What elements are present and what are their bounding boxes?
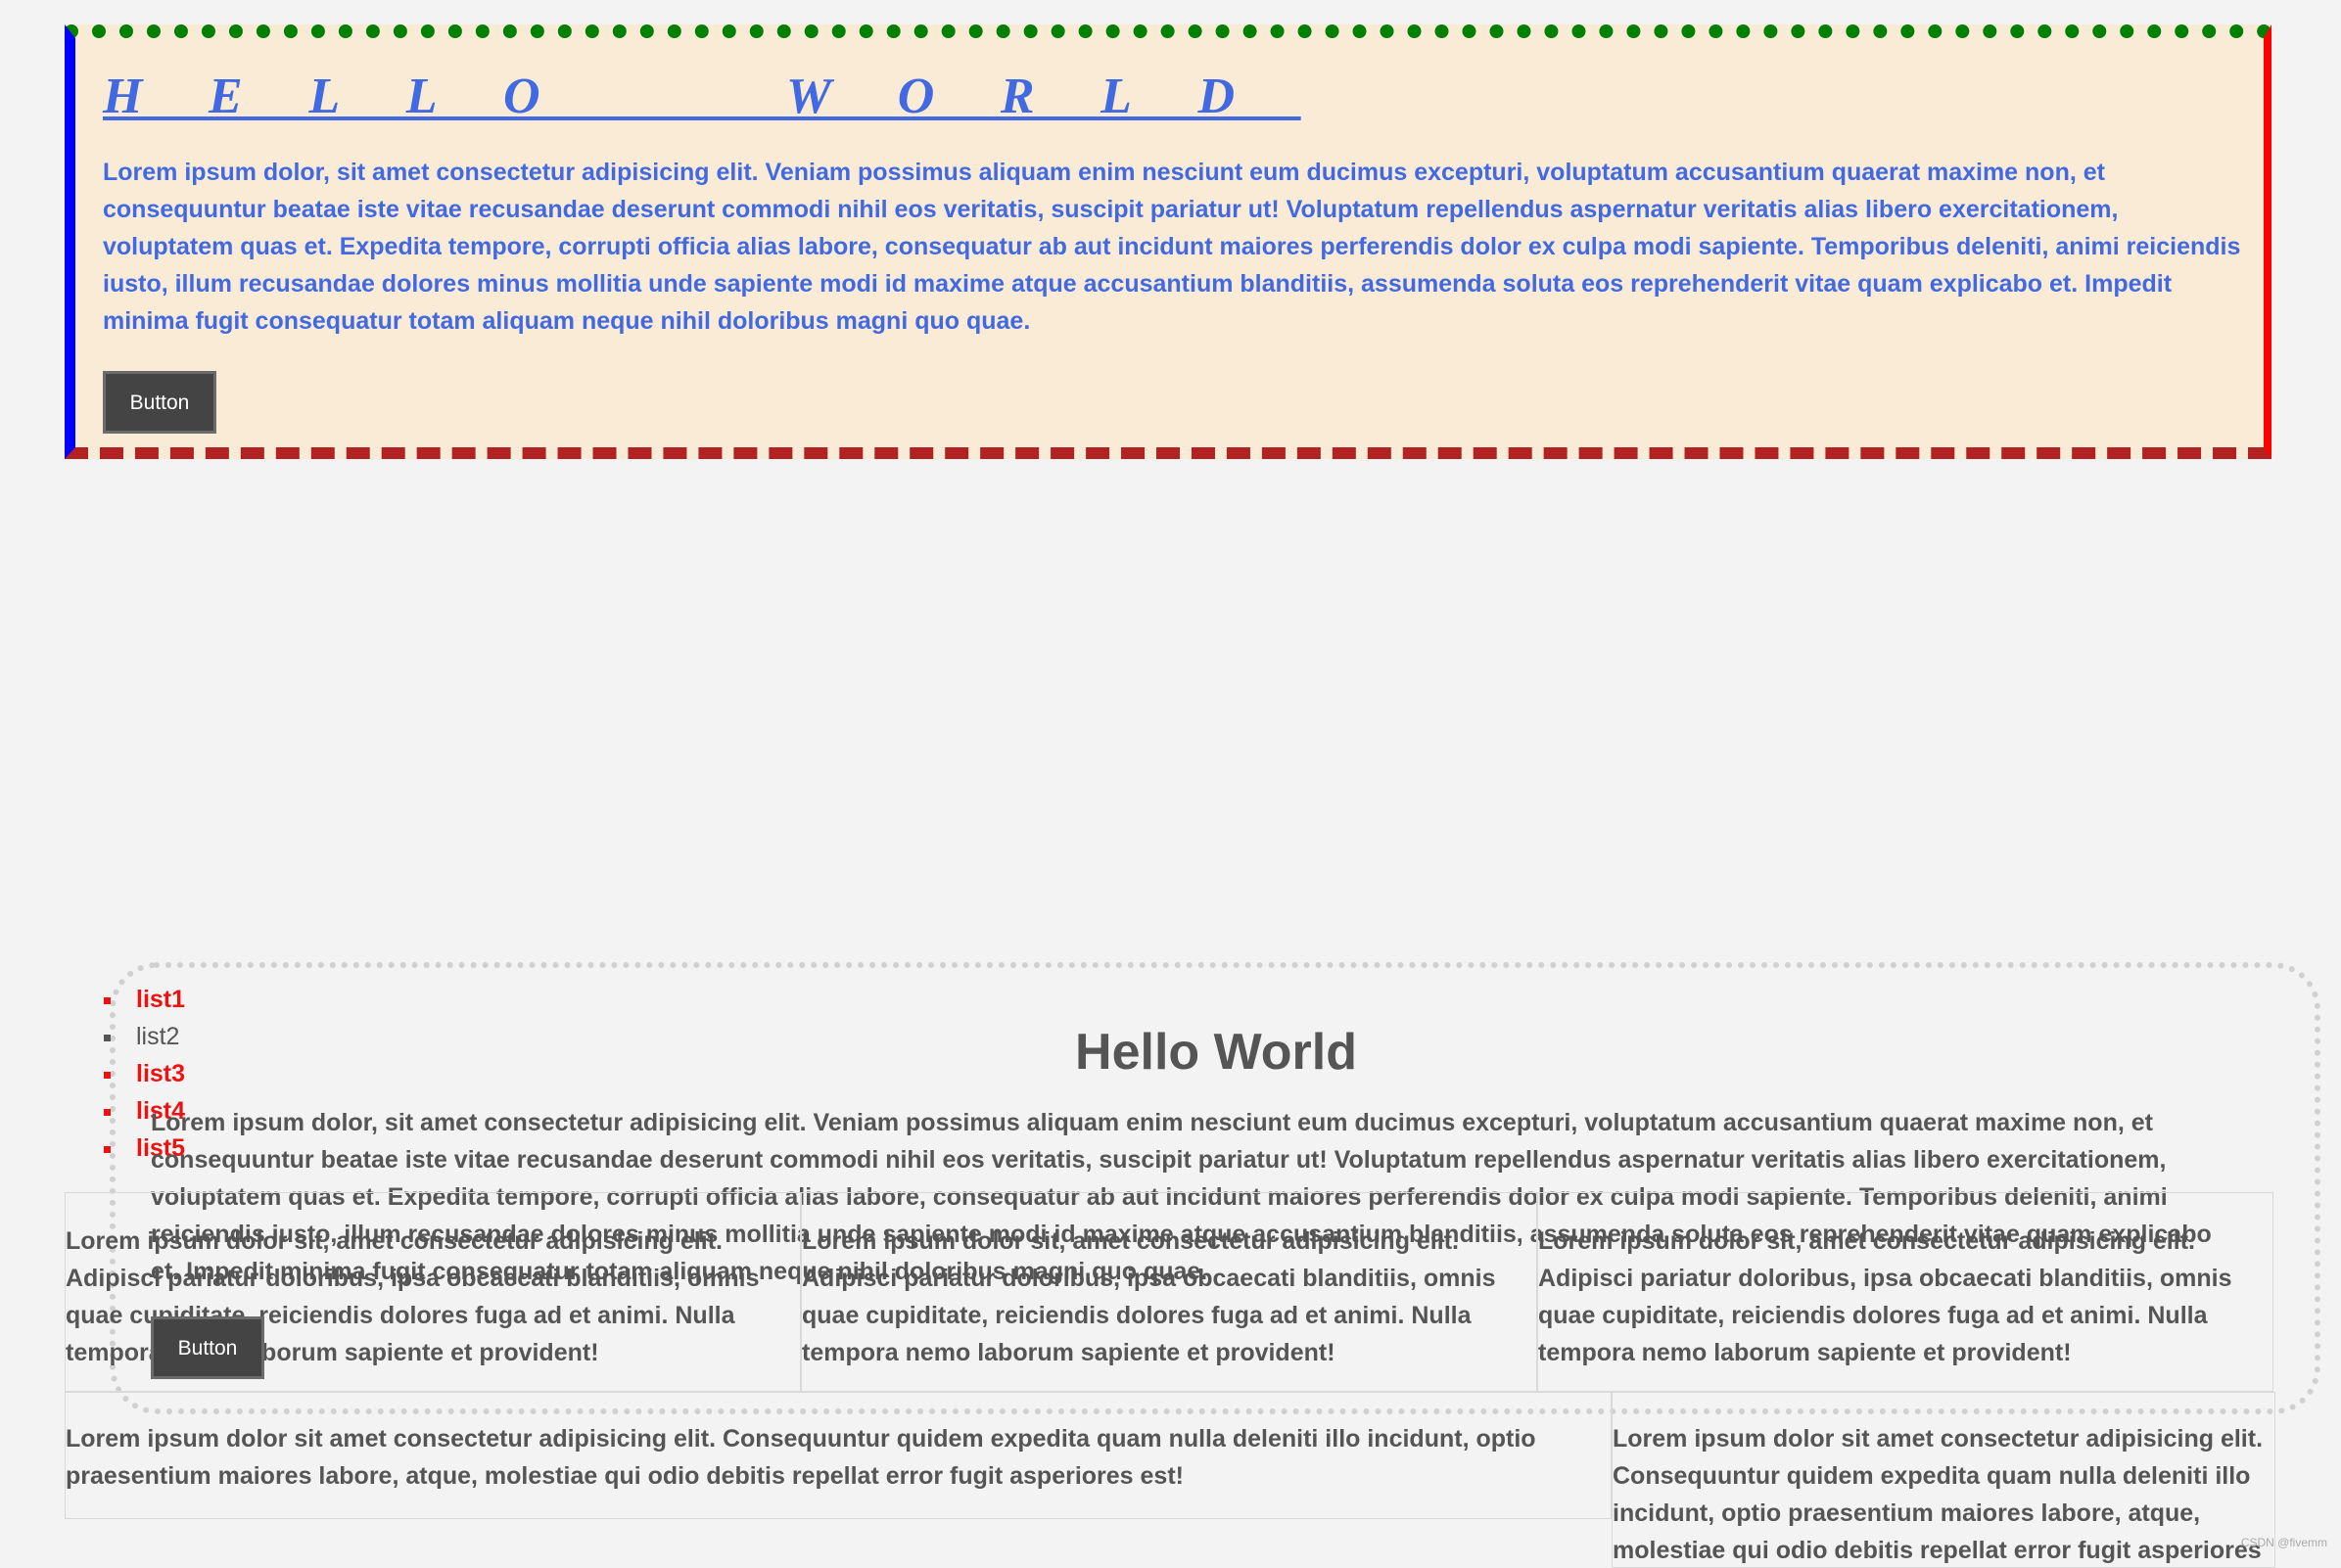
top-title: HELLO WORLD [103, 69, 1301, 124]
top-button[interactable]: Button [103, 371, 216, 434]
row2-cell-2: Lorem ipsum dolor sit amet consectetur a… [1612, 1392, 2275, 1568]
bottom-title: Hello World [1075, 1024, 1357, 1081]
list-item: list1 [104, 981, 185, 1018]
top-paragraph: Lorem ipsum dolor, sit amet consectetur … [103, 159, 2241, 335]
watermark: CSDN @fivemm [2240, 1536, 2327, 1549]
row2-cell-1: Lorem ipsum dolor sit amet consectetur a… [65, 1392, 1612, 1519]
top-box: HELLO WORLD Lorem ipsum dolor, sit amet … [65, 24, 2271, 459]
column-2: Lorem ipsum dolor sit, amet consectetur … [801, 1192, 1537, 1392]
column-3: Lorem ipsum dolor sit, amet consectetur … [1537, 1192, 2273, 1392]
bottom-button[interactable]: Button [151, 1316, 264, 1379]
